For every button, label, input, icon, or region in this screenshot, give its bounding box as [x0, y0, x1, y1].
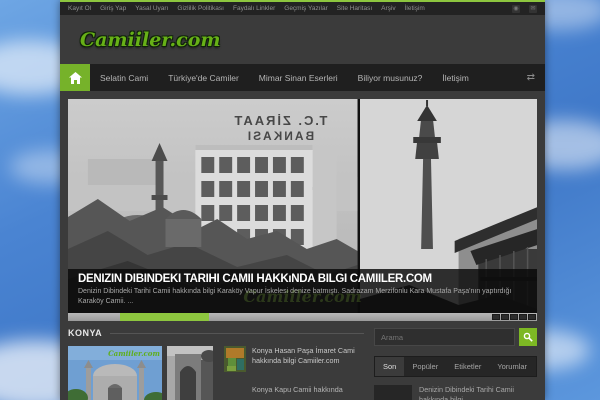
random-post-icon[interactable]: ⇄: [527, 64, 545, 91]
topbar-link-kayit-ol[interactable]: Kayıt Ol: [68, 5, 91, 12]
konya-post-thumbnail-large[interactable]: Camiiler.com: [68, 346, 162, 400]
nav-item-biliyor-musunuz[interactable]: Biliyor musunuz?: [348, 64, 433, 91]
thumb-watermark: Camiiler.com: [108, 349, 160, 358]
slider-progress-fill: [119, 313, 209, 321]
mail-icon[interactable]: ✉: [529, 4, 537, 13]
topbar-link-iletisim[interactable]: İletişim: [405, 5, 425, 12]
site-header: Camiiler.com: [60, 15, 545, 64]
slider-progressbar[interactable]: [68, 313, 537, 321]
bank-sign-line2: BANKASI: [246, 129, 314, 143]
home-icon: [68, 71, 82, 84]
slide-excerpt: Denizin Dibindeki Tarihi Camii hakkında …: [78, 288, 512, 306]
search-button[interactable]: [519, 328, 537, 346]
content-area: T.C. ZİRAAT BANKASI DENIZIN DIBINDEKI TA…: [60, 91, 545, 400]
sidebar: Son Popüler Etiketler Yorumlar Denizin D…: [374, 328, 537, 400]
home-button[interactable]: [60, 64, 90, 91]
featured-slider[interactable]: T.C. ZİRAAT BANKASI DENIZIN DIBINDEKI TA…: [68, 99, 537, 321]
slider-page-dot[interactable]: [519, 314, 527, 320]
sidebar-tabs: Son Popüler Etiketler Yorumlar: [374, 356, 537, 377]
konya-section: KONYA Camiiler.com Konya Hasan Paşa İmar…: [68, 328, 364, 400]
main-nav: Selatin Cami Türkiye'de Camiler Mimar Si…: [60, 64, 545, 91]
topbar-link-yasal-uyari[interactable]: Yasal Uyarı: [135, 5, 168, 12]
slider-page-dot[interactable]: [510, 314, 518, 320]
konya-list-item-2[interactable]: Konya Kapu Camii hakkında: [224, 385, 364, 394]
slider-pager[interactable]: [491, 313, 537, 321]
topbar-link-arsiv[interactable]: Arşiv: [381, 5, 395, 12]
topbar: Kayıt Ol Giriş Yap Yasal Uyarı Gizlilik …: [60, 2, 545, 15]
nav-item-turkiyede-camiler[interactable]: Türkiye'de Camiler: [158, 64, 249, 91]
konya-post-thumbnail-portal[interactable]: [167, 346, 213, 400]
topbar-link-faydali-linkler[interactable]: Faydalı Linkler: [233, 5, 275, 12]
konya-list-item-1-title[interactable]: Konya Hasan Paşa İmaret Cami hakkında bi…: [252, 346, 364, 372]
slide-caption[interactable]: DENIZIN DIBINDEKI TARIHI CAMII HAKKıNDA …: [68, 269, 537, 313]
bank-sign-line1: T.C. ZİRAAT: [232, 113, 327, 128]
slider-page-dot[interactable]: [492, 314, 500, 320]
slider-page-dot[interactable]: [528, 314, 536, 320]
slider-page-dot[interactable]: [501, 314, 509, 320]
konya-section-title: KONYA: [68, 328, 103, 338]
nav-item-iletisim[interactable]: İletişim: [432, 64, 478, 91]
tab-son[interactable]: Son: [375, 357, 405, 376]
slide-headline[interactable]: DENIZIN DIBINDEKI TARIHI CAMII HAKKıNDA …: [78, 273, 527, 285]
tab-populer[interactable]: Popüler: [404, 357, 446, 376]
rss-icon[interactable]: ◉: [512, 4, 520, 13]
topbar-link-site-haritasi[interactable]: Site Haritası: [337, 5, 372, 12]
recent-post-title[interactable]: Denizin Dibindeki Tarihi Camii hakkında …: [419, 385, 537, 400]
nav-item-selatin-cami[interactable]: Selatin Cami: [90, 64, 158, 91]
topbar-link-gecmis-yazilar[interactable]: Geçmiş Yazılar: [284, 5, 327, 12]
konya-list-item-2-title[interactable]: Konya Kapu Camii hakkında: [252, 385, 364, 394]
konya-list-item-1-thumbnail[interactable]: [224, 346, 246, 372]
tab-yorumlar[interactable]: Yorumlar: [489, 357, 535, 376]
konya-list-item-1[interactable]: Konya Hasan Paşa İmaret Cami hakkında bi…: [224, 346, 364, 372]
topbar-link-gizlilik[interactable]: Gizlilik Politikası: [177, 5, 224, 12]
site-container: Kayıt Ol Giriş Yap Yasal Uyarı Gizlilik …: [60, 0, 545, 400]
site-logo[interactable]: Camiiler.com: [80, 29, 221, 51]
search-input[interactable]: [374, 328, 515, 346]
section-divider: [110, 332, 364, 334]
tab-etiketler[interactable]: Etiketler: [446, 357, 489, 376]
recent-post-thumbnail[interactable]: [374, 385, 412, 400]
recent-post-item[interactable]: Denizin Dibindeki Tarihi Camii hakkında …: [374, 385, 537, 400]
topbar-link-giris-yap[interactable]: Giriş Yap: [100, 5, 126, 12]
nav-item-mimar-sinan-eserleri[interactable]: Mimar Sinan Eserleri: [249, 64, 348, 91]
search-icon: [523, 332, 533, 342]
